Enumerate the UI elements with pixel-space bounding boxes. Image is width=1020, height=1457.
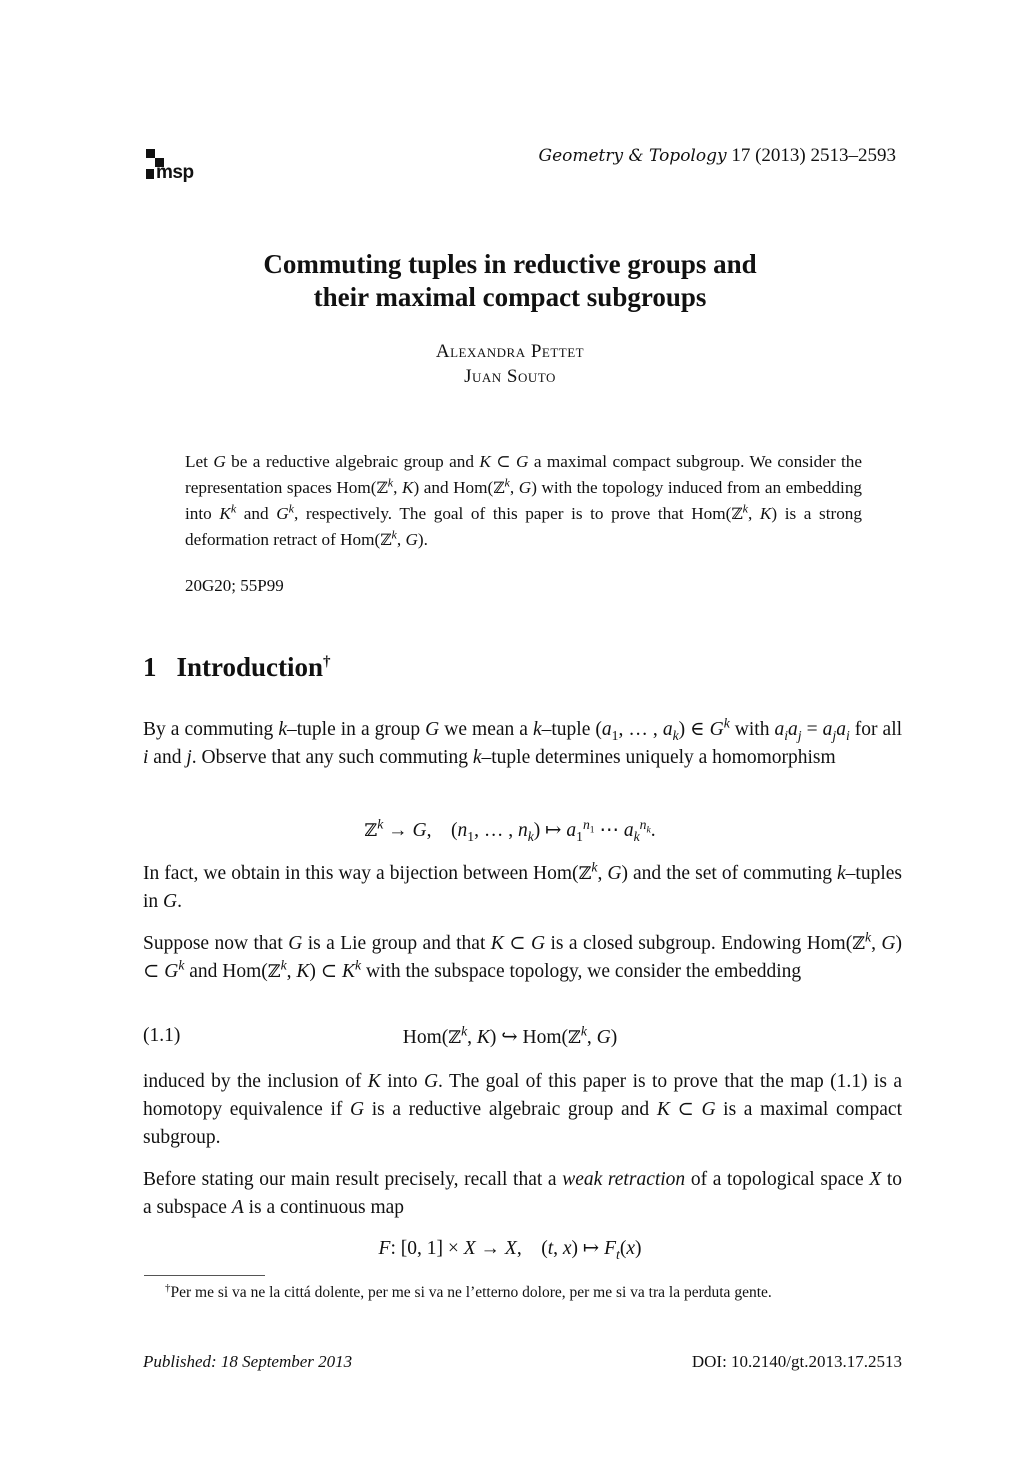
paragraph: Before stating our main result precisely…	[143, 1166, 902, 1222]
abstract: Let G be a reductive algebraic group and…	[185, 449, 862, 553]
authors: Alexandra Pettet Juan Souto	[0, 339, 1020, 389]
footnote: †Per me si va ne la cittá dolente, per m…	[165, 1282, 772, 1302]
paragraph-text: Before stating our main result precisely…	[143, 1169, 903, 1218]
logo-square-icon	[146, 149, 155, 158]
author: Alexandra Pettet	[435, 341, 585, 362]
msp-logo: msp	[146, 149, 206, 185]
display-equation: Hom(ℤk, K) ↪ Hom(ℤk, G)	[402, 1023, 618, 1048]
display-equation: ℤk → G, (n1, … , nk) ↦ a1n1 ⋯ aknk.	[364, 816, 656, 844]
doi-link[interactable]: DOI: 10.2140/gt.2013.17.2513	[692, 1352, 902, 1372]
paragraph-text: induced by the inclusion of K into G. Th…	[143, 1071, 902, 1148]
paragraph-text: In fact, we obtain in this way a bijecti…	[143, 859, 903, 912]
author: Juan Souto	[464, 366, 556, 387]
logo-text: msp	[156, 162, 194, 183]
section-heading: 1 Introduction†	[143, 652, 331, 683]
published-date: Published: 18 September 2013	[143, 1352, 353, 1371]
logo-square-icon	[146, 169, 154, 179]
paragraph: Suppose now that G is a Lie group and th…	[143, 930, 902, 986]
footnote-marker[interactable]: †	[323, 654, 331, 670]
footnote-text: Per me si va ne la cittá dolente, per me…	[170, 1284, 772, 1301]
section-number: 1	[143, 652, 157, 682]
abstract-text: Let G be a reductive algebraic group and…	[185, 452, 863, 549]
paragraph-text: Suppose now that G is a Lie group and th…	[143, 929, 902, 982]
footnote-divider	[144, 1275, 265, 1276]
journal-name: Geometry & Topology	[538, 146, 727, 166]
title-line: their maximal compact subgroups	[313, 282, 707, 312]
title-line: Commuting tuples in reductive groups and	[263, 249, 757, 279]
msc-codes: 20G20; 55P99	[185, 576, 284, 595]
section-title: Introduction	[176, 652, 324, 682]
paragraph: induced by the inclusion of K into G. Th…	[143, 1068, 902, 1152]
paragraph: By a commuting k–tuple in a group G we m…	[143, 716, 902, 772]
paper-title: Commuting tuples in reductive groups and…	[0, 248, 1020, 314]
paragraph: In fact, we obtain in this way a bijecti…	[143, 860, 902, 916]
paragraph-text: By a commuting k–tuple in a group G we m…	[143, 715, 903, 768]
journal-citation: Geometry & Topology 17 (2013) 2513–2593	[539, 145, 897, 167]
journal-volume: 17 (2013) 2513–2593	[731, 145, 896, 166]
display-equation: F: [0, 1] × X → X, (t, x) ↦ Ft(x)	[378, 1238, 642, 1262]
